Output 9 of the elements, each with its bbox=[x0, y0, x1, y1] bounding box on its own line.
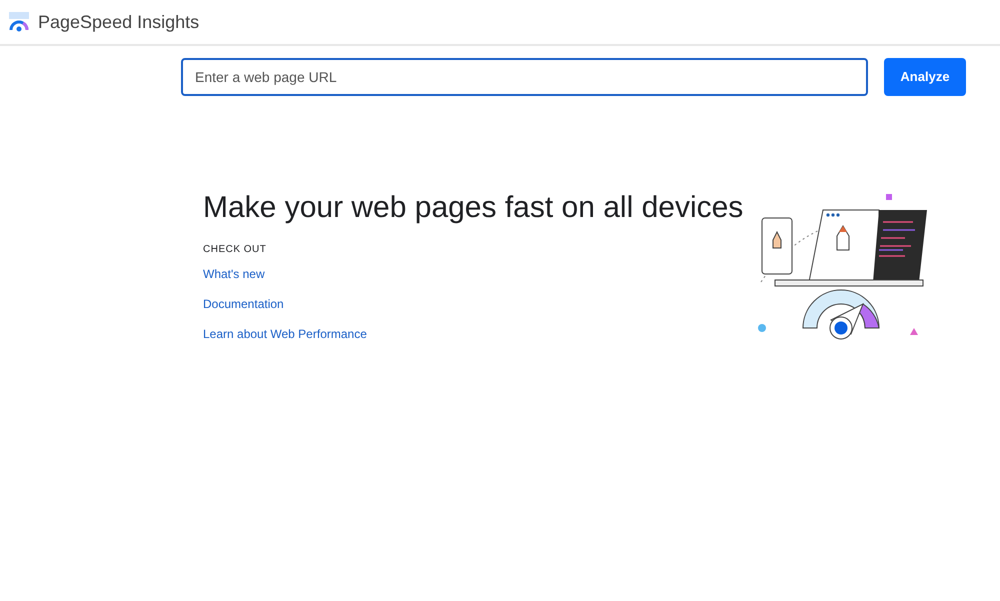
resource-link[interactable]: What's new bbox=[203, 265, 265, 283]
url-input-field[interactable]: Enter a web page URL bbox=[181, 58, 868, 96]
resource-link[interactable]: Learn about Web Performance bbox=[203, 325, 367, 343]
app-title: PageSpeed Insights bbox=[38, 10, 200, 34]
hero-heading: Make your web pages fast on all devices bbox=[203, 190, 744, 226]
gauge-logo-icon bbox=[8, 12, 30, 32]
analyze-button[interactable]: Analyze bbox=[884, 58, 966, 96]
section-label: CHECK OUT bbox=[203, 243, 268, 257]
resource-link[interactable]: Documentation bbox=[203, 295, 284, 313]
